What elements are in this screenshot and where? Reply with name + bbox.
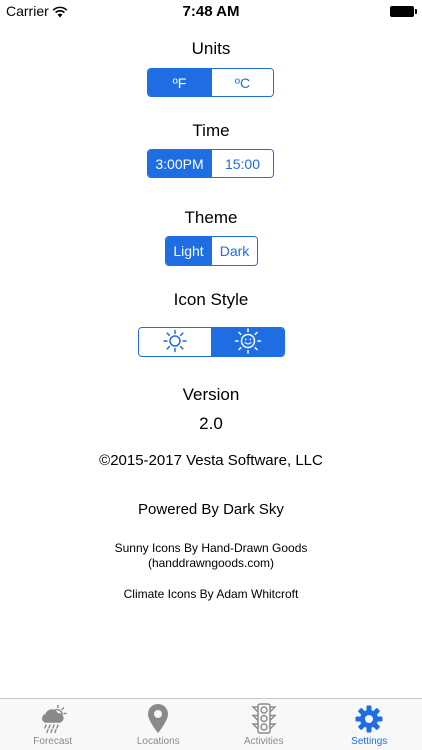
theme-option-light[interactable]: Light [166, 237, 211, 265]
time-option-24h[interactable]: 15:00 [210, 150, 273, 177]
battery-icon [390, 6, 417, 17]
copyright-text: ©2015-2017 Vesta Software, LLC [99, 452, 323, 469]
tab-settings[interactable]: Settings [317, 699, 422, 750]
status-bar: Carrier 7:48 AM [0, 0, 422, 24]
sun-icon [162, 329, 188, 356]
tab-activities-label: Activities [244, 736, 284, 747]
map-pin-icon [142, 703, 174, 735]
tab-locations-label: Locations [136, 736, 180, 747]
units-title: Units [191, 39, 231, 58]
climate-icons-credit[interactable]: Climate Icons By Adam Whitcroft [0, 587, 422, 601]
theme-segmented-control: Light Dark [165, 236, 258, 266]
smiling-sun-icon [233, 328, 263, 356]
theme-title: Theme [184, 208, 238, 227]
icon-style-segmented-control [138, 327, 285, 357]
icon-style-option-plain[interactable] [139, 328, 211, 356]
time-segmented-control: 3:00PM 15:00 [147, 149, 274, 178]
tab-locations[interactable]: Locations [106, 699, 212, 750]
units-option-celsius[interactable]: ºC [210, 69, 273, 96]
gear-icon [353, 703, 385, 735]
theme-option-dark[interactable]: Dark [211, 237, 257, 265]
sunny-icons-credit[interactable]: Sunny Icons By Hand-Drawn Goods [0, 541, 422, 555]
units-option-fahrenheit[interactable]: ºF [148, 69, 211, 96]
tab-activities[interactable]: Activities [211, 699, 317, 750]
tab-forecast-label: Forecast [33, 736, 73, 747]
time-option-12h[interactable]: 3:00PM [148, 150, 211, 177]
icon-style-option-smiling[interactable] [211, 328, 284, 356]
powered-by-link[interactable]: Powered By Dark Sky [0, 501, 422, 518]
tab-bar: Forecast Locations Activities Settings [0, 698, 422, 750]
tab-settings-label: Settings [351, 736, 388, 747]
status-time: 7:48 AM [182, 3, 240, 20]
sunny-icons-url[interactable]: (handdrawngoods.com) [0, 556, 422, 570]
version-value: 2.0 [199, 414, 223, 433]
tab-forecast[interactable]: Forecast [0, 699, 106, 750]
icon-style-title: Icon Style [173, 290, 249, 309]
version-title: Version [182, 385, 240, 404]
time-title: Time [192, 121, 230, 140]
traffic-light-icon [248, 703, 280, 735]
cloud-sun-rain-icon [37, 703, 69, 735]
units-segmented-control: ºF ºC [147, 68, 274, 97]
